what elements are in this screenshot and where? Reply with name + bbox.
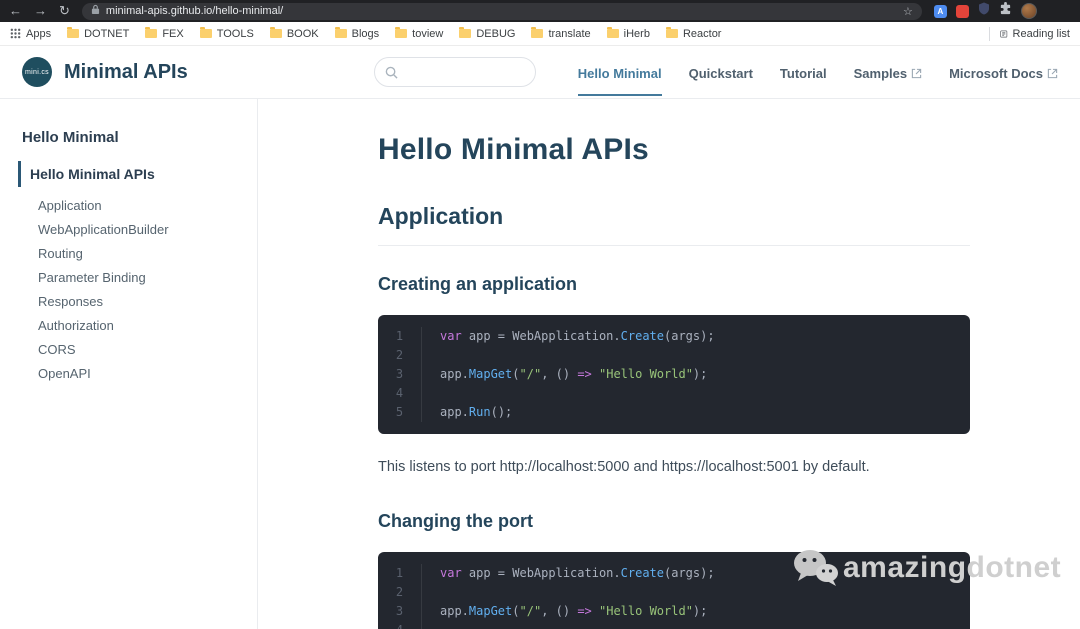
code-lines: var app = WebApplication.Create(args); a… <box>440 566 715 618</box>
bookmark-folder-reactor[interactable]: Reactor <box>665 27 722 40</box>
bookmark-folder-book[interactable]: BOOK <box>269 27 319 40</box>
folder-icon <box>459 27 472 38</box>
reload-button[interactable]: ↻ <box>59 0 70 22</box>
reading-list-button[interactable]: Reading list <box>1000 28 1070 40</box>
bookmark-label: FEX <box>162 27 184 40</box>
nav-label: Samples <box>853 65 908 81</box>
divider <box>989 26 990 41</box>
search-input[interactable] <box>373 57 536 87</box>
folder-icon <box>395 27 408 38</box>
reading-list-icon <box>1000 30 1008 37</box>
bookmark-folder-dotnet[interactable]: DOTNET <box>67 27 130 40</box>
folder-icon <box>531 27 544 38</box>
forward-button[interactable]: → <box>34 0 47 22</box>
browser-toolbar: ← → ↻ minimal-apis.github.io/hello-minim… <box>0 0 1080 22</box>
sidebar: Hello Minimal Hello Minimal APIs Applica… <box>0 99 258 629</box>
external-link-icon <box>1047 68 1058 78</box>
nav-label: Microsoft Docs <box>949 65 1043 81</box>
subsection-heading-port: Changing the port <box>378 511 533 531</box>
bookmark-label: Blogs <box>351 27 380 40</box>
bookmark-star-icon[interactable]: ☆ <box>903 5 913 18</box>
paragraph: This listens to port http://localhost:50… <box>378 459 870 475</box>
nav-hello-minimal[interactable]: Hello Minimal <box>577 49 662 96</box>
main-content: Hello Minimal APIs Application Creating … <box>258 99 1080 629</box>
page-title: Hello Minimal APIs <box>378 133 649 166</box>
url-text: minimal-apis.github.io/hello-minimal/ <box>105 5 284 17</box>
folder-icon <box>269 27 282 38</box>
code-lines: var app = WebApplication.Create(args); a… <box>440 329 715 419</box>
bookmark-folder-blogs[interactable]: Blogs <box>334 27 380 40</box>
nav-label: Tutorial <box>779 65 827 81</box>
section-heading: Application <box>378 203 970 246</box>
sidebar-item-responses[interactable]: Responses <box>0 289 257 313</box>
subsection-heading-creating: Creating an application <box>378 274 578 294</box>
bookmark-label: TOOLS <box>216 27 254 40</box>
folder-icon <box>67 27 80 38</box>
bookmark-label: DEBUG <box>476 27 516 40</box>
bookmark-folder-fex[interactable]: FEX <box>145 27 184 40</box>
code-gutter: 12345 <box>378 564 422 629</box>
external-link-icon <box>911 68 922 78</box>
bookmark-label: Apps <box>26 27 52 40</box>
site-logo[interactable]: mini.cs <box>22 57 52 87</box>
sidebar-item-parameter-binding[interactable]: Parameter Binding <box>0 265 257 289</box>
folder-icon <box>606 27 619 38</box>
site-header: mini.cs Minimal APIs Hello Minimal Quick… <box>0 46 1080 99</box>
reading-list-label: Reading list <box>1012 27 1070 40</box>
search-box <box>373 57 536 87</box>
sidebar-item-hello-minimal-apis[interactable]: Hello Minimal APIs <box>18 161 257 187</box>
lock-icon <box>91 2 100 20</box>
bookmark-folder-iherb[interactable]: iHerb <box>606 27 650 40</box>
bookmark-label: translate <box>548 27 591 40</box>
bookmark-folder-debug[interactable]: DEBUG <box>459 27 516 40</box>
sidebar-section-title[interactable]: Hello Minimal <box>0 129 257 161</box>
bookmark-folder-tools[interactable]: TOOLS <box>199 27 254 40</box>
nav-label: Quickstart <box>688 65 753 81</box>
bookmark-label: DOTNET <box>84 27 130 40</box>
red-extension-icon[interactable] <box>955 4 969 18</box>
nav-label: Hello Minimal <box>577 65 662 81</box>
nav-tutorial[interactable]: Tutorial <box>780 49 827 96</box>
top-navigation: Hello Minimal Quickstart Tutorial Sample… <box>577 49 1058 96</box>
bookmarks-bar: Apps DOTNET FEX TOOLS BOOK Blogs toview … <box>0 22 1080 46</box>
sidebar-item-webapplicationbuilder[interactable]: WebApplicationBuilder <box>0 217 257 241</box>
sidebar-item-openapi[interactable]: OpenAPI <box>0 361 257 385</box>
bookmark-label: toview <box>412 27 444 40</box>
code-block: 12345 var app = WebApplication.Create(ar… <box>378 552 970 629</box>
folder-icon <box>145 27 158 38</box>
back-button[interactable]: ← <box>9 0 22 22</box>
code-gutter: 12345 <box>378 327 422 422</box>
bookmark-folder-toview[interactable]: toview <box>395 27 444 40</box>
translate-extension-icon[interactable]: A <box>933 4 947 18</box>
shield-extension-icon[interactable] <box>978 2 990 20</box>
nav-microsoft-docs[interactable]: Microsoft Docs <box>949 49 1058 96</box>
bookmark-folder-translate[interactable]: translate <box>531 27 591 40</box>
sidebar-item-routing[interactable]: Routing <box>0 241 257 265</box>
sidebar-item-application[interactable]: Application <box>0 193 257 217</box>
bookmark-apps[interactable]: Apps <box>10 28 51 40</box>
profile-avatar[interactable] <box>1020 3 1037 19</box>
puzzle-extensions-icon[interactable] <box>999 2 1012 20</box>
site-title[interactable]: Minimal APIs <box>64 61 188 84</box>
bookmark-label: Reactor <box>682 27 722 40</box>
bookmark-label: iHerb <box>623 27 650 40</box>
extension-icons: A <box>933 2 1037 20</box>
nav-quickstart[interactable]: Quickstart <box>689 49 753 96</box>
folder-icon <box>334 27 347 38</box>
folder-icon <box>665 27 678 38</box>
code-block: 12345 var app = WebApplication.Create(ar… <box>378 315 970 434</box>
folder-icon <box>199 27 212 38</box>
sidebar-item-cors[interactable]: CORS <box>0 337 257 361</box>
nav-samples[interactable]: Samples <box>854 49 922 96</box>
sidebar-item-authorization[interactable]: Authorization <box>0 313 257 337</box>
search-icon <box>385 66 398 79</box>
address-bar[interactable]: minimal-apis.github.io/hello-minimal/ ☆ <box>81 2 922 20</box>
apps-grid-icon <box>10 28 21 39</box>
bookmark-label: BOOK <box>286 27 319 40</box>
